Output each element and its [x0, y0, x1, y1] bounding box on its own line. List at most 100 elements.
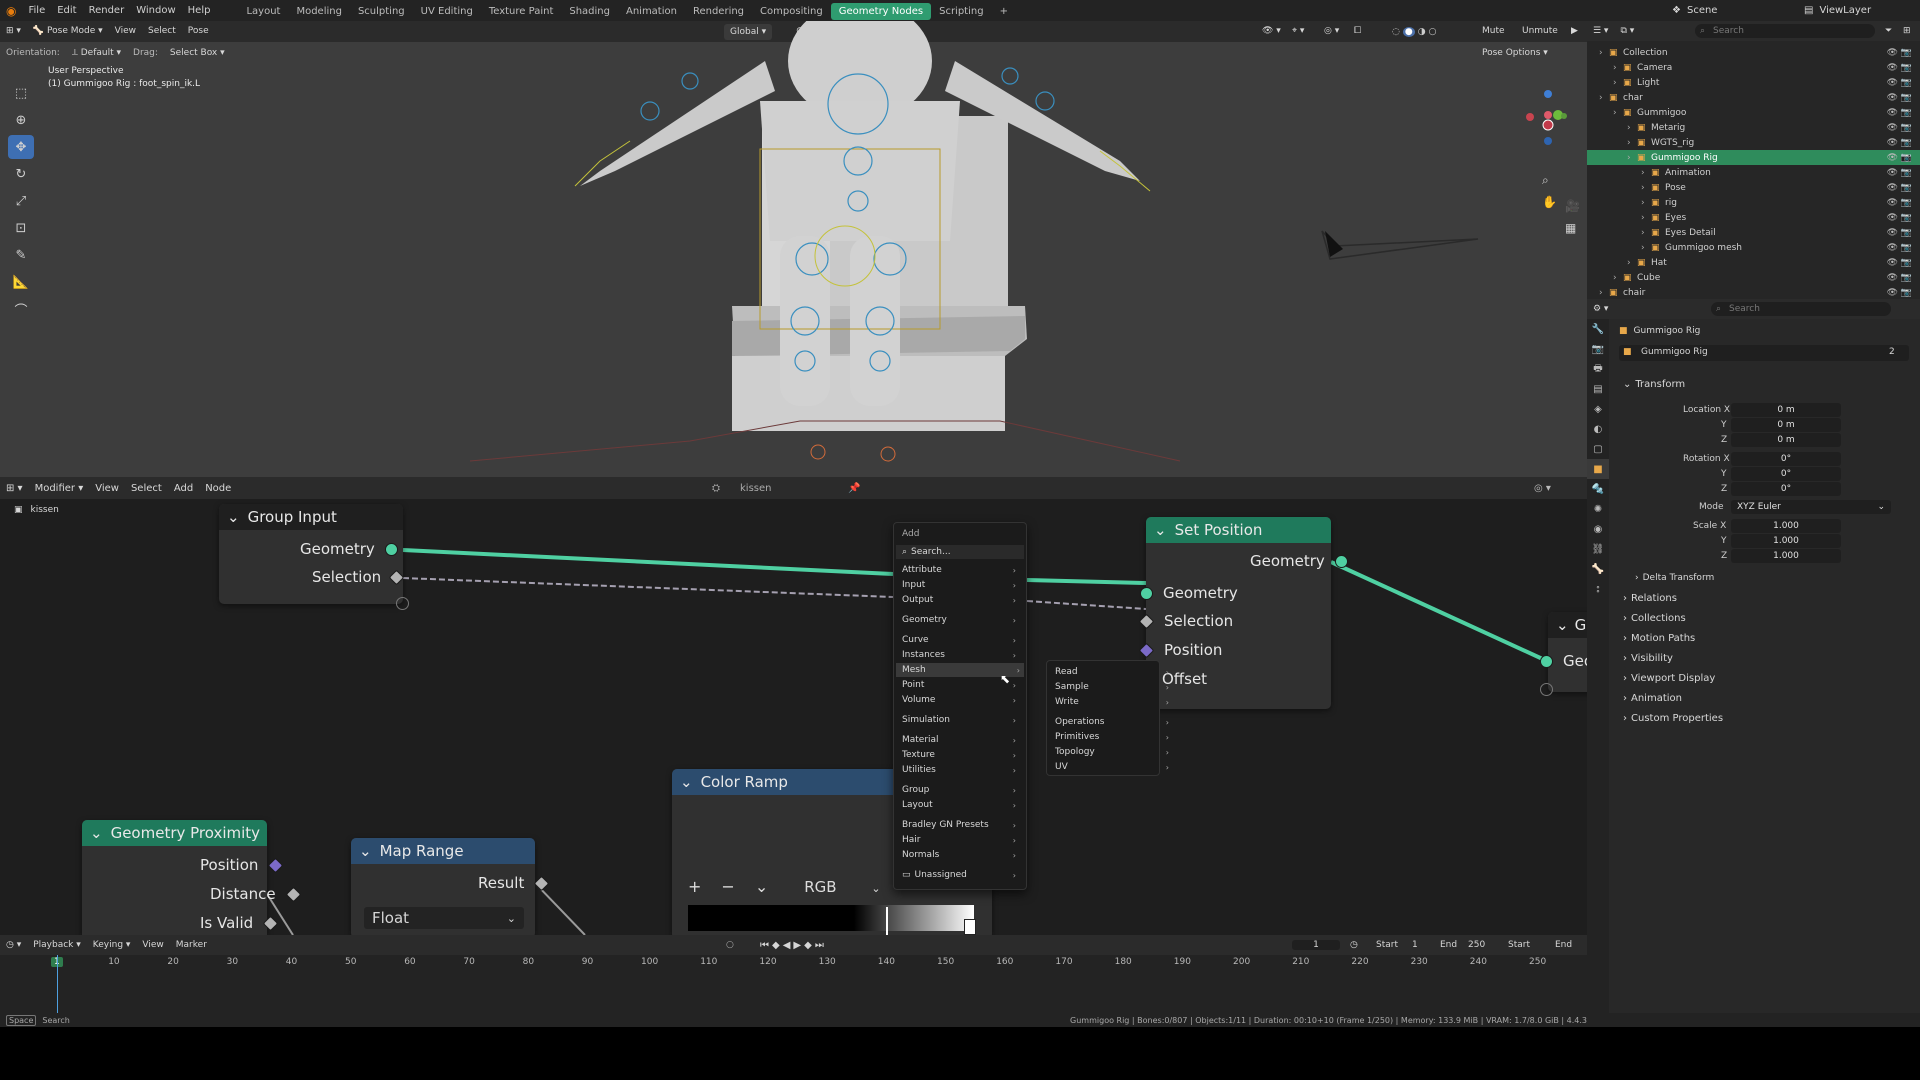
geometry-proximity-header[interactable]: ⌄ Geometry Proximity	[82, 820, 267, 846]
visibility-eye-icon[interactable]: 👁	[1887, 153, 1898, 163]
jump-end-icon[interactable]: ⏭	[815, 940, 827, 951]
render-camera-icon[interactable]: 📷	[1901, 123, 1912, 133]
visibility-eye-icon[interactable]: 👁	[1887, 243, 1898, 253]
location-z-field[interactable]: 0 m	[1731, 433, 1841, 447]
outliner-row[interactable]: › ▣ Collection 👁 📷	[1587, 45, 1920, 60]
expand-arrow-icon[interactable]: ›	[1641, 228, 1645, 238]
expand-arrow-icon[interactable]: ›	[1613, 63, 1617, 73]
expand-arrow-icon[interactable]: ›	[1613, 273, 1617, 283]
object-data-field[interactable]: ■ Gummigoo Rig 2	[1619, 345, 1909, 361]
node-editor[interactable]: ⊞ ▾ Modifier ▾ View Select Add Node ⛭ ki…	[0, 477, 1587, 935]
outliner-row[interactable]: › ▣ chair 👁 📷	[1587, 285, 1920, 300]
viewport-display-section[interactable]: › Viewport Display	[1623, 673, 1715, 684]
visibility-eye-icon[interactable]: 👁	[1887, 108, 1898, 118]
outliner-row[interactable]: › ▣ Eyes Detail 👁 📷	[1587, 225, 1920, 240]
timeline-view-menu[interactable]: View	[136, 935, 169, 956]
render-camera-icon[interactable]: 📷	[1901, 108, 1912, 118]
tab-shading[interactable]: Shading	[561, 3, 618, 20]
world-tab-icon[interactable]: ◐	[1587, 419, 1609, 439]
modifier-tab-icon[interactable]: 🔩	[1587, 479, 1609, 499]
menu-file[interactable]: File	[22, 0, 51, 21]
rotation-mode-select[interactable]: XYZ Euler ⌄	[1731, 500, 1891, 514]
tab-geometry-nodes[interactable]: Geometry Nodes	[830, 3, 932, 20]
collapse-icon[interactable]: ⌄	[1154, 521, 1167, 539]
relations-section[interactable]: › Relations	[1623, 593, 1677, 604]
menu-item-material[interactable]: Material ›	[902, 733, 1020, 747]
submenu-item-primitives[interactable]: Primitives ›	[1055, 730, 1173, 744]
outliner-row[interactable]: › ▣ rig 👁 📷	[1587, 195, 1920, 210]
tab-scripting[interactable]: Scripting	[931, 3, 991, 20]
properties-search-input[interactable]: ⌕ Search	[1711, 302, 1891, 316]
new-collection-icon[interactable]: ⊞	[1903, 26, 1911, 36]
visibility-eye-icon[interactable]: 👁	[1887, 78, 1898, 88]
render-camera-icon[interactable]: 📷	[1901, 138, 1912, 148]
geometry-socket[interactable]	[1140, 586, 1153, 600]
outliner-row[interactable]: › ▣ Light 👁 📷	[1587, 75, 1920, 90]
scale-x-field[interactable]: 1.000	[1731, 519, 1841, 533]
geometry-socket[interactable]	[1540, 654, 1553, 668]
menu-item-output[interactable]: Output ›	[902, 593, 1020, 607]
menu-window[interactable]: Window	[130, 0, 181, 21]
output-tab-icon[interactable]: 🖶	[1587, 359, 1609, 379]
color-ramp-gradient[interactable]	[688, 905, 974, 931]
collapse-icon[interactable]: ⌄	[227, 508, 240, 526]
view-layer-tab-icon[interactable]: ▤	[1587, 379, 1609, 399]
visibility-eye-icon[interactable]: 👁	[1887, 123, 1898, 133]
menu-item-texture[interactable]: Texture ›	[902, 748, 1020, 762]
outliner-row[interactable]: › ▣ Camera 👁 📷	[1587, 60, 1920, 75]
submenu-item-uv[interactable]: UV ›	[1055, 760, 1173, 774]
expand-arrow-icon[interactable]: ›	[1599, 288, 1603, 298]
menu-item-instances[interactable]: Instances ›	[902, 648, 1020, 662]
tab-sculpting[interactable]: Sculpting	[350, 3, 413, 20]
expand-arrow-icon[interactable]: ›	[1627, 123, 1631, 133]
animation-section[interactable]: › Animation	[1623, 693, 1682, 704]
outliner-editor-type-icon[interactable]: ☰ ▾	[1587, 21, 1614, 42]
render-camera-icon[interactable]: 📷	[1901, 198, 1912, 208]
submenu-item-operations[interactable]: Operations ›	[1055, 715, 1173, 729]
render-camera-icon[interactable]: 📷	[1901, 213, 1912, 223]
menu-item-geometry[interactable]: Geometry ›	[902, 613, 1020, 627]
outliner-row[interactable]: › ▣ Gummigoo mesh 👁 📷	[1587, 240, 1920, 255]
submenu-item-sample[interactable]: Sample ›	[1055, 680, 1173, 694]
jump-start-icon[interactable]: ⏮	[760, 940, 772, 951]
playback-menu[interactable]: Playback ▾	[27, 935, 87, 956]
playhead[interactable]	[57, 955, 58, 1013]
outliner-row[interactable]: › ▣ Metarig 👁 📷	[1587, 120, 1920, 135]
collapse-icon[interactable]: ⌄	[1556, 616, 1569, 634]
timeline[interactable]: ◷ ▾ Playback ▾ Keying ▾ View Marker ○ ⏮◆…	[0, 935, 1587, 1013]
menu-item-hair[interactable]: Hair ›	[902, 833, 1020, 847]
menu-render[interactable]: Render	[83, 0, 131, 21]
add-stop-icon[interactable]: +	[688, 877, 701, 896]
remove-stop-icon[interactable]: −	[721, 877, 734, 896]
location-y-field[interactable]: 0 m	[1731, 418, 1841, 432]
render-camera-icon[interactable]: 📷	[1901, 273, 1912, 283]
outliner-row[interactable]: › ▣ WGTS_rig 👁 📷	[1587, 135, 1920, 150]
clock-icon[interactable]: ◷	[1350, 940, 1358, 950]
position-socket[interactable]	[268, 857, 284, 873]
color-stop-white[interactable]	[964, 919, 976, 935]
marker-menu[interactable]: Marker	[170, 935, 213, 956]
filter-icon[interactable]: ⏷	[1885, 26, 1892, 36]
visibility-eye-icon[interactable]: 👁	[1887, 213, 1898, 223]
outliner-row[interactable]: › ▣ Hat 👁 📷	[1587, 255, 1920, 270]
start-frame-field[interactable]: 1	[1412, 940, 1418, 950]
menu-item-attribute[interactable]: Attribute ›	[902, 563, 1020, 577]
set-position-header[interactable]: ⌄ Set Position	[1146, 517, 1331, 543]
frame-ruler[interactable]: 1102030405060708090100110120130140150160…	[0, 955, 1587, 971]
menu-edit[interactable]: Edit	[51, 0, 82, 21]
selection-socket[interactable]	[1138, 613, 1155, 629]
properties-editor[interactable]: ⚙ ▾ ⌕ Search 🔧 📷 🖶 ▤ ◈ ◐ ▢ ■ 🔩 ✺ ◉ ⛓ 🦴 ⦂ …	[1587, 299, 1920, 1013]
expand-arrow-icon[interactable]: ›	[1641, 213, 1645, 223]
bone-tab-icon[interactable]: ⦂	[1587, 579, 1609, 599]
tab-modeling[interactable]: Modeling	[288, 3, 350, 20]
collapse-icon[interactable]: ⌄	[680, 773, 693, 791]
visibility-eye-icon[interactable]: 👁	[1887, 273, 1898, 283]
menu-item-curve[interactable]: Curve ›	[902, 633, 1020, 647]
visibility-eye-icon[interactable]: 👁	[1887, 258, 1898, 268]
visibility-eye-icon[interactable]: 👁	[1887, 228, 1898, 238]
view-layer-name[interactable]: ViewLayer	[1819, 5, 1871, 16]
visibility-section[interactable]: › Visibility	[1623, 653, 1673, 664]
expand-arrow-icon[interactable]: ›	[1627, 153, 1631, 163]
constraints-tab-icon[interactable]: ⛓	[1587, 539, 1609, 559]
scene-tab-icon[interactable]: ◈	[1587, 399, 1609, 419]
